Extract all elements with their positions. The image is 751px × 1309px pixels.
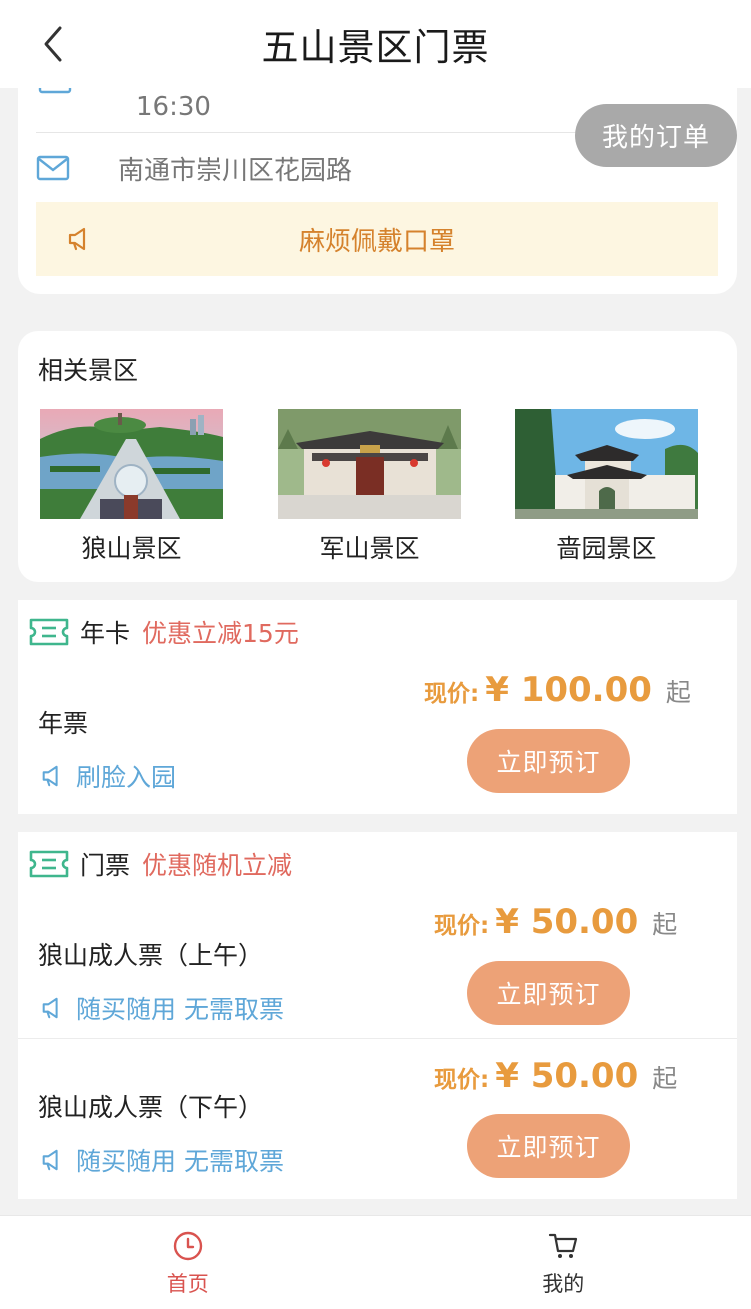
price-value: ¥ 100.00 bbox=[485, 670, 652, 710]
ticket-item: 狼山成人票（上午） 随买随用 无需取票 现价: ¥ 50.00 起 立即预订 bbox=[18, 892, 737, 1032]
price-value: ¥ 50.00 bbox=[495, 902, 639, 942]
nav-item-home[interactable]: 首页 bbox=[0, 1216, 376, 1309]
scenic-photo bbox=[515, 409, 698, 519]
ticket-item: 年票 刷脸入园 现价: ¥ 100.00 起 立即预订 bbox=[18, 660, 737, 800]
price-block: 现价: ¥ 50.00 起 bbox=[434, 1056, 677, 1096]
page-title: 五山景区门票 bbox=[261, 26, 490, 69]
group-header: 门票 优惠随机立减 bbox=[28, 844, 292, 884]
scenic-card-seyuan[interactable]: 啬园景区 bbox=[515, 409, 698, 565]
mail-icon bbox=[36, 155, 70, 181]
megaphone-icon bbox=[42, 1149, 58, 1171]
price-suffix: 起 bbox=[665, 678, 691, 707]
ticket-item: 狼山成人票（下午） 随买随用 无需取票 现价: ¥ 50.00 起 立即预订 bbox=[18, 1046, 737, 1186]
opening-time: 16:30 bbox=[136, 92, 211, 122]
ticket-name: 狼山成人票（上午） bbox=[38, 941, 264, 970]
price-value: ¥ 50.00 bbox=[495, 1056, 639, 1096]
related-title: 相关景区 bbox=[38, 356, 139, 385]
ticket-tag-text: 刷脸入园 bbox=[76, 763, 177, 792]
price-suffix: 起 bbox=[652, 1064, 678, 1093]
ticket-name: 年票 bbox=[38, 709, 89, 738]
ticket-tag-text: 随买随用 无需取票 bbox=[76, 1147, 284, 1176]
group-promo: 优惠立减15元 bbox=[142, 619, 299, 648]
nav-label: 我的 bbox=[542, 1272, 585, 1296]
price-suffix: 起 bbox=[652, 910, 678, 939]
cart-icon bbox=[549, 1233, 578, 1258]
content-area[interactable]: 16:30 南通市崇川区花园路 麻烦佩戴口罩 相关景区 狼山景区 军山景区 啬园… bbox=[0, 88, 751, 1215]
price-label: 现价: bbox=[434, 913, 490, 939]
ticket-group-annual: 年卡 优惠立减15元 年票 刷脸入园 现价: ¥ 100.00 起 立即预订 bbox=[18, 600, 737, 814]
ticket-tag: 随买随用 无需取票 bbox=[40, 1142, 284, 1178]
address-text: 南通市崇川区花园路 bbox=[118, 155, 353, 186]
top-bar: 五山景区门票 bbox=[0, 0, 751, 88]
group-name: 年卡 bbox=[80, 619, 131, 648]
scenic-name: 啬园景区 bbox=[556, 534, 657, 563]
book-now-button[interactable]: 立即预订 bbox=[467, 1114, 630, 1178]
price-block: 现价: ¥ 50.00 起 bbox=[434, 902, 677, 942]
ticket-icon bbox=[29, 618, 69, 646]
nav-item-mine[interactable]: 我的 bbox=[376, 1216, 751, 1309]
ticket-name: 狼山成人票（下午） bbox=[38, 1093, 264, 1122]
related-scenic-card: 相关景区 狼山景区 军山景区 啬园景区 bbox=[18, 331, 737, 582]
scenic-card-langshan[interactable]: 狼山景区 bbox=[40, 409, 223, 565]
group-header: 年卡 优惠立减15元 bbox=[28, 612, 299, 652]
ticket-tag: 刷脸入园 bbox=[40, 758, 176, 794]
scenic-name: 军山景区 bbox=[319, 534, 420, 563]
ticket-tag-text: 随买随用 无需取票 bbox=[76, 995, 284, 1024]
bottom-nav: 首页 我的 bbox=[0, 1215, 751, 1309]
back-button[interactable] bbox=[36, 22, 76, 66]
notice-text: 麻烦佩戴口罩 bbox=[298, 226, 455, 257]
divider bbox=[18, 1038, 737, 1039]
price-label: 现价: bbox=[434, 1067, 490, 1093]
nav-label: 首页 bbox=[166, 1272, 209, 1296]
price-block: 现价: ¥ 100.00 起 bbox=[424, 670, 691, 710]
book-now-button[interactable]: 立即预订 bbox=[467, 961, 630, 1025]
group-promo: 优惠随机立减 bbox=[142, 851, 293, 880]
address-row: 南通市崇川区花园路 bbox=[36, 148, 576, 188]
notice-banner: 麻烦佩戴口罩 bbox=[36, 202, 718, 276]
book-now-button[interactable]: 立即预订 bbox=[467, 729, 630, 793]
ticket-group-admission: 门票 优惠随机立减 狼山成人票（上午） 随买随用 无需取票 现价: ¥ 50.0… bbox=[18, 832, 737, 1199]
clock-icon bbox=[173, 1231, 202, 1261]
my-orders-button[interactable]: 我的订单 bbox=[575, 104, 737, 167]
scenic-photo bbox=[278, 409, 461, 519]
scenic-name: 狼山景区 bbox=[81, 534, 182, 563]
group-name: 门票 bbox=[80, 851, 131, 880]
opening-time-row: 16:30 bbox=[36, 88, 576, 126]
price-label: 现价: bbox=[424, 681, 480, 707]
ticket-tag: 随买随用 无需取票 bbox=[40, 990, 284, 1026]
ticket-icon bbox=[29, 850, 69, 878]
scenic-photo bbox=[40, 409, 223, 519]
megaphone-icon bbox=[42, 765, 58, 787]
chevron-left-icon bbox=[44, 26, 62, 62]
megaphone-icon bbox=[68, 227, 86, 251]
megaphone-icon bbox=[42, 997, 58, 1019]
mail-icon bbox=[38, 88, 72, 94]
scenic-card-junshan[interactable]: 军山景区 bbox=[278, 409, 461, 565]
